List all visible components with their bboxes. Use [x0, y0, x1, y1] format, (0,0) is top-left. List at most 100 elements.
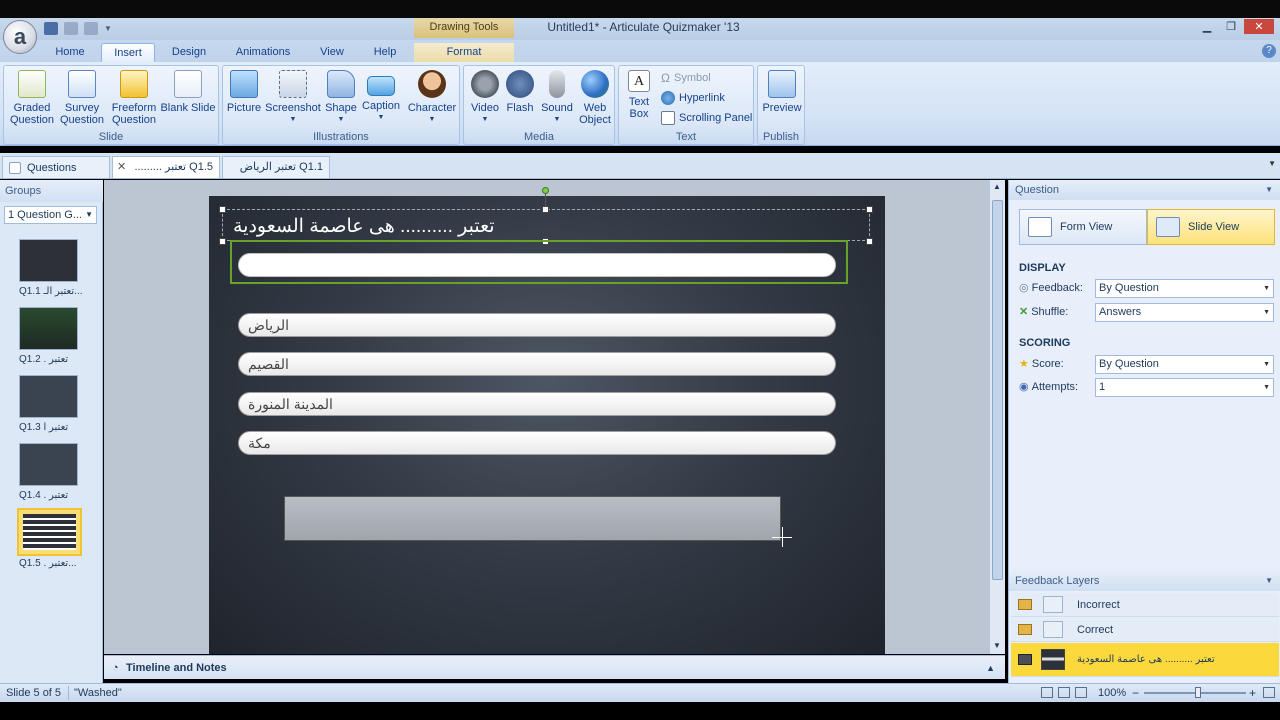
preview-button[interactable]: Preview: [760, 70, 804, 114]
score-label: ★ Score:: [1019, 357, 1064, 371]
video-button[interactable]: Video ▼: [467, 70, 503, 126]
group-select[interactable]: 1 Question G... ▼: [4, 206, 97, 224]
slide-view-button[interactable]: Slide View: [1147, 209, 1275, 245]
chevron-up-icon[interactable]: ▲: [986, 656, 995, 680]
tab-insert[interactable]: Insert: [101, 43, 155, 62]
answer-option-3[interactable]: المدينة المنورة: [238, 392, 836, 416]
video-icon: [471, 70, 499, 98]
chevron-down-icon[interactable]: ▼: [1265, 571, 1273, 591]
help-icon[interactable]: ?: [1262, 44, 1276, 58]
tab-q11[interactable]: Q1.1 تعتبر الرياض ه...: [222, 156, 330, 193]
resize-handle[interactable]: [219, 206, 226, 213]
canvas-vertical-scrollbar[interactable]: ▲ ▼: [989, 180, 1005, 654]
resize-handle[interactable]: [866, 238, 873, 245]
drawn-rectangle-shape[interactable]: [284, 496, 781, 541]
answer-input-placeholder[interactable]: [238, 253, 836, 277]
picture-button[interactable]: Picture: [225, 70, 263, 114]
tab-q15[interactable]: Q1.5 تعتبر ......... ✕: [112, 156, 220, 178]
form-view-button[interactable]: Form View: [1019, 209, 1147, 245]
preview-icon: [768, 70, 796, 98]
web-object-label-2: Object: [579, 114, 611, 126]
tab-format[interactable]: Format: [414, 43, 514, 62]
zoom-slider-thumb[interactable]: [1195, 687, 1201, 698]
slide-thumbnail-1[interactable]: [19, 239, 78, 282]
status-divider: [68, 686, 69, 700]
text-box-button[interactable]: A Text Box: [623, 70, 655, 120]
slide-sorter-icon[interactable]: [1058, 687, 1070, 698]
groups-header: Groups: [0, 180, 103, 202]
slide-view-icon: [1156, 217, 1180, 237]
scroll-up-icon[interactable]: ▲: [993, 182, 1001, 191]
window-controls: ▁ ❐ ✕: [1196, 19, 1274, 34]
graded-question-button[interactable]: Graded Question: [7, 70, 57, 126]
reading-view-icon[interactable]: [1075, 687, 1087, 698]
layer-name-correct: Correct: [1077, 624, 1114, 636]
web-object-button[interactable]: Web Object: [576, 70, 614, 126]
feedback-layers-header: Feedback Layers ▼: [1009, 571, 1280, 591]
fit-to-window-icon[interactable]: [1263, 687, 1275, 698]
slide-thumbnail-4[interactable]: [19, 443, 78, 486]
survey-question-button[interactable]: Survey Question: [57, 70, 107, 126]
screenshot-button[interactable]: Screenshot ▼: [265, 70, 321, 126]
tab-view[interactable]: View: [310, 43, 354, 62]
resize-handle[interactable]: [219, 238, 226, 245]
scrollbar-thumb[interactable]: [992, 200, 1003, 580]
tab-help[interactable]: Help: [362, 43, 408, 62]
character-icon: [418, 70, 446, 98]
tab-home[interactable]: Home: [46, 43, 94, 62]
answer-option-2[interactable]: القصيم: [238, 352, 836, 376]
restore-icon[interactable]: ❐: [1220, 19, 1242, 34]
tab-questions[interactable]: Questions: [2, 156, 110, 178]
shape-button[interactable]: Shape ▼: [323, 70, 359, 126]
question-title[interactable]: تعتبر .......... هى عاصمة السعودية: [233, 213, 533, 241]
eye-icon[interactable]: [1018, 599, 1032, 610]
slide-thumbnail-3[interactable]: [19, 375, 78, 418]
picture-icon: [230, 70, 258, 98]
chevron-down-icon[interactable]: ▼: [1265, 180, 1273, 200]
scoring-section-title: SCORING: [1019, 337, 1071, 349]
layer-row-base[interactable]: تعتبر .......... هى عاصمة السعودية: [1011, 643, 1279, 677]
slide-thumbnail-5[interactable]: [17, 508, 82, 556]
timeline-and-notes-bar[interactable]: ◔ Timeline and Notes ▲: [104, 655, 1005, 679]
attempts-label-text: Attempts:: [1031, 380, 1079, 393]
resize-handle[interactable]: [542, 206, 549, 213]
text-group: A Text Box Ω Symbol Hyperlink Scrolling …: [618, 65, 754, 145]
slide-thumbnail-2[interactable]: [19, 307, 78, 350]
eye-icon[interactable]: [1018, 654, 1032, 665]
feedback-select[interactable]: By Question: [1095, 279, 1274, 298]
scrolling-panel-button[interactable]: Scrolling Panel: [661, 109, 752, 127]
caption-button[interactable]: Caption ▼: [360, 70, 402, 124]
character-button[interactable]: Character ▼: [407, 70, 457, 126]
sound-button[interactable]: Sound ▼: [538, 70, 576, 126]
blank-slide-button[interactable]: Blank Slide: [160, 70, 216, 114]
flash-button[interactable]: Flash: [502, 70, 538, 114]
web-object-label-1: Web: [583, 102, 607, 114]
answer-option-1[interactable]: الرياض: [238, 313, 836, 337]
eye-icon[interactable]: [1018, 624, 1032, 635]
tab-animations[interactable]: Animations: [224, 43, 302, 62]
flash-label: Flash: [506, 102, 534, 114]
resize-handle[interactable]: [866, 206, 873, 213]
close-icon[interactable]: ✕: [1244, 19, 1274, 34]
shuffle-select[interactable]: Answers: [1095, 303, 1274, 322]
attempts-select[interactable]: 1: [1095, 378, 1274, 397]
timeline-icon: ◔: [112, 662, 119, 674]
answer-option-4[interactable]: مكة: [238, 431, 836, 455]
freeform-question-button[interactable]: Freeform Question: [108, 70, 160, 126]
question-panel-header: Question ▼: [1009, 180, 1280, 200]
symbol-button[interactable]: Ω Symbol: [661, 69, 711, 87]
tab-design[interactable]: Design: [160, 43, 218, 62]
close-tab-icon[interactable]: ✕: [117, 157, 126, 177]
layer-name-base: تعتبر .......... هى عاصمة السعودية: [1077, 654, 1215, 665]
score-select[interactable]: By Question: [1095, 355, 1274, 374]
scroll-down-icon[interactable]: ▼: [993, 641, 1001, 650]
minimize-icon[interactable]: ▁: [1196, 19, 1218, 34]
layer-row-correct[interactable]: Correct: [1011, 618, 1279, 642]
zoom-in-icon[interactable]: +: [1249, 684, 1256, 702]
zoom-out-icon[interactable]: −: [1132, 684, 1139, 702]
app-menu-button[interactable]: a: [3, 20, 37, 54]
normal-view-icon[interactable]: [1041, 687, 1053, 698]
layer-row-incorrect[interactable]: Incorrect: [1011, 593, 1279, 617]
tabs-overflow-icon[interactable]: ▼: [1268, 159, 1276, 168]
hyperlink-button[interactable]: Hyperlink: [661, 89, 725, 107]
